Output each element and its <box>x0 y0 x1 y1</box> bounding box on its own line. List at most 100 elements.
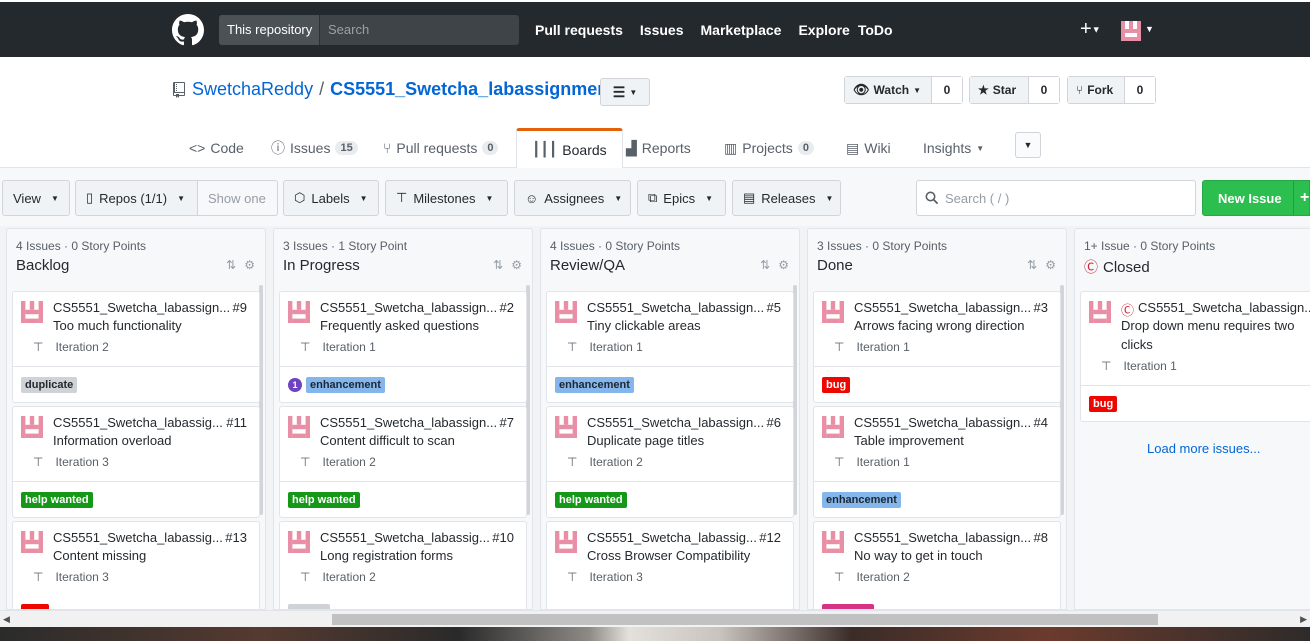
scroll-left-arrow-icon[interactable]: ◀ <box>3 614 10 625</box>
labels-dropdown[interactable]: ⬡ Labels ▼ <box>283 180 379 216</box>
sort-icon[interactable]: ⇅ <box>760 258 770 272</box>
card-number[interactable]: #12 <box>759 530 781 545</box>
card-title[interactable]: Too much functionality <box>53 318 182 333</box>
gear-icon[interactable]: ⚙ <box>244 258 255 272</box>
label-badge[interactable]: help wanted <box>288 491 360 508</box>
tab-reports[interactable]: ▟ Reports <box>626 128 691 168</box>
issue-card[interactable]: CS5551_Swetcha_labassign... #2 Frequently… <box>279 291 527 403</box>
issue-card[interactable]: CS5551_Swetcha_labassign... #5 Tiny click… <box>546 291 794 403</box>
card-repo-name[interactable]: CS5551_Swetcha_labassign... <box>854 300 1031 315</box>
card-title[interactable]: Long registration forms <box>320 548 453 563</box>
card-title[interactable]: Frequently asked questions <box>320 318 479 333</box>
card-iteration[interactable]: Iteration 3 <box>55 455 108 469</box>
card-iteration[interactable]: Iteration 1 <box>589 340 642 354</box>
repos-dropdown[interactable]: ▯ Repos (1/1) ▼ <box>75 180 198 216</box>
repo-name-link[interactable]: CS5551_Swetcha_labassignments <box>330 79 624 100</box>
card-iteration[interactable]: Iteration 2 <box>55 340 108 354</box>
card-repo-name[interactable]: CS5551_Swetcha_labassign... <box>53 300 230 315</box>
card-number[interactable]: #6 <box>767 415 781 430</box>
epic-badge[interactable]: 1 <box>288 377 302 392</box>
show-one-button[interactable]: Show one <box>197 180 278 216</box>
nav-pull-requests[interactable]: Pull requests <box>535 22 623 38</box>
gear-icon[interactable]: ⚙ <box>1045 258 1056 272</box>
card-iteration[interactable]: Iteration 1 <box>856 455 909 469</box>
card-title[interactable]: Tiny clickable areas <box>587 318 701 333</box>
issue-card[interactable]: CS5551_Swetcha_labassig... #11 Informatio… <box>12 406 260 518</box>
card-number[interactable]: #9 <box>233 300 247 315</box>
sort-icon[interactable]: ⇅ <box>226 258 236 272</box>
tab-projects[interactable]: ▥ Projects 0 <box>724 128 814 168</box>
card-iteration[interactable]: Iteration 2 <box>856 570 909 584</box>
more-dropdown-button[interactable]: ▼ <box>1015 132 1041 158</box>
card-repo-name[interactable]: CS5551_Swetcha_labassign... <box>1138 300 1310 319</box>
watch-button[interactable]: 👁 Watch ▼ 0 <box>844 76 963 104</box>
github-logo-icon[interactable] <box>172 14 204 46</box>
horizontal-scrollbar[interactable]: ◀ ▶ <box>0 610 1310 627</box>
view-dropdown[interactable]: View ▼ <box>2 180 70 216</box>
scroll-right-arrow-icon[interactable]: ▶ <box>1300 614 1307 625</box>
tab-issues[interactable]: ⓘ Issues 15 <box>271 128 358 168</box>
repo-menu-button[interactable]: ☰ ▼ <box>600 78 650 106</box>
card-repo-name[interactable]: CS5551_Swetcha_labassign... <box>587 300 764 315</box>
label-badge[interactable]: help wanted <box>21 491 93 508</box>
issue-card[interactable]: ⒸCS5551_Swetcha_labassign...# Drop down … <box>1080 291 1310 422</box>
label-badge[interactable]: enhancement <box>306 376 385 393</box>
card-repo-name[interactable]: CS5551_Swetcha_labassig... <box>53 530 223 545</box>
assignees-dropdown[interactable]: ☺ Assignees ▼ <box>514 180 631 216</box>
tab-wiki[interactable]: ▤ Wiki <box>846 128 891 168</box>
issue-card[interactable]: CS5551_Swetcha_labassig... #12 Cross Brow… <box>546 521 794 609</box>
new-issue-button[interactable]: New Issue + <box>1202 180 1310 216</box>
card-iteration[interactable]: Iteration 2 <box>322 455 375 469</box>
card-repo-name[interactable]: CS5551_Swetcha_labassig... <box>587 530 757 545</box>
nav-issues[interactable]: Issues <box>640 22 684 38</box>
label-badge[interactable]: enhancement <box>555 376 634 393</box>
sort-icon[interactable]: ⇅ <box>493 258 503 272</box>
nav-explore[interactable]: Explore <box>798 22 849 38</box>
issue-card[interactable]: CS5551_Swetcha_labassig... #10 Long regis… <box>279 521 527 609</box>
star-count[interactable]: 0 <box>1029 77 1059 103</box>
card-repo-name[interactable]: CS5551_Swetcha_labassig... <box>320 530 490 545</box>
nav-marketplace[interactable]: Marketplace <box>701 22 782 38</box>
label-badge[interactable]: bug <box>1089 395 1118 412</box>
card-title[interactable]: Drop down menu requires two <box>1121 318 1294 333</box>
tab-pull-requests[interactable]: ⑂ Pull requests 0 <box>383 128 499 168</box>
card-number[interactable]: #11 <box>226 415 247 430</box>
gear-icon[interactable]: ⚙ <box>778 258 789 272</box>
card-repo-name[interactable]: CS5551_Swetcha_labassign... <box>320 300 497 315</box>
card-iteration[interactable]: Iteration 2 <box>589 455 642 469</box>
card-iteration[interactable]: Iteration 1 <box>322 340 375 354</box>
card-iteration[interactable]: Iteration 3 <box>589 570 642 584</box>
label-badge[interactable]: duplicate <box>21 376 78 393</box>
header-search[interactable]: This repository Search <box>219 15 519 45</box>
card-number[interactable]: #4 <box>1034 415 1048 430</box>
card-title[interactable]: Table improvement <box>854 433 964 448</box>
card-number[interactable]: #7 <box>500 415 514 430</box>
card-title-continued[interactable]: clicks <box>1121 337 1153 352</box>
card-number[interactable]: #10 <box>492 530 514 545</box>
chevron-down-icon[interactable]: ▼ <box>1145 24 1154 34</box>
card-repo-name[interactable]: CS5551_Swetcha_labassign... <box>854 530 1031 545</box>
card-repo-name[interactable]: CS5551_Swetcha_labassign... <box>854 415 1031 430</box>
user-avatar[interactable] <box>1121 21 1141 41</box>
issue-card[interactable]: CS5551_Swetcha_labassign... #6 Duplicate … <box>546 406 794 518</box>
card-title[interactable]: No way to get in touch <box>854 548 983 563</box>
releases-dropdown[interactable]: ▤ Releases ▼ <box>732 180 841 216</box>
card-repo-name[interactable]: CS5551_Swetcha_labassign... <box>320 415 497 430</box>
card-title[interactable]: Cross Browser Compatibility <box>587 548 750 563</box>
card-repo-name[interactable]: CS5551_Swetcha_labassig... <box>53 415 223 430</box>
card-number[interactable]: #8 <box>1034 530 1048 545</box>
card-repo-name[interactable]: CS5551_Swetcha_labassign... <box>587 415 764 430</box>
label-badge[interactable]: bug <box>822 376 851 393</box>
card-title[interactable]: Duplicate page titles <box>587 433 704 448</box>
star-button[interactable]: ★ Star 0 <box>969 76 1060 104</box>
label-badge[interactable]: help wanted <box>555 491 627 508</box>
gear-icon[interactable]: ⚙ <box>511 258 522 272</box>
card-title[interactable]: Content difficult to scan <box>320 433 455 448</box>
create-new-button[interactable]: +▼ <box>1080 18 1101 41</box>
tab-boards[interactable]: ┃┃┃ Boards <box>516 128 623 169</box>
issue-card[interactable]: CS5551_Swetcha_labassign... #7 Content di… <box>279 406 527 518</box>
load-more-link[interactable]: Load more issues... <box>1147 441 1260 456</box>
card-title[interactable]: Information overload <box>53 433 172 448</box>
card-title[interactable]: Arrows facing wrong direction <box>854 318 1025 333</box>
card-iteration[interactable]: Iteration 1 <box>856 340 909 354</box>
